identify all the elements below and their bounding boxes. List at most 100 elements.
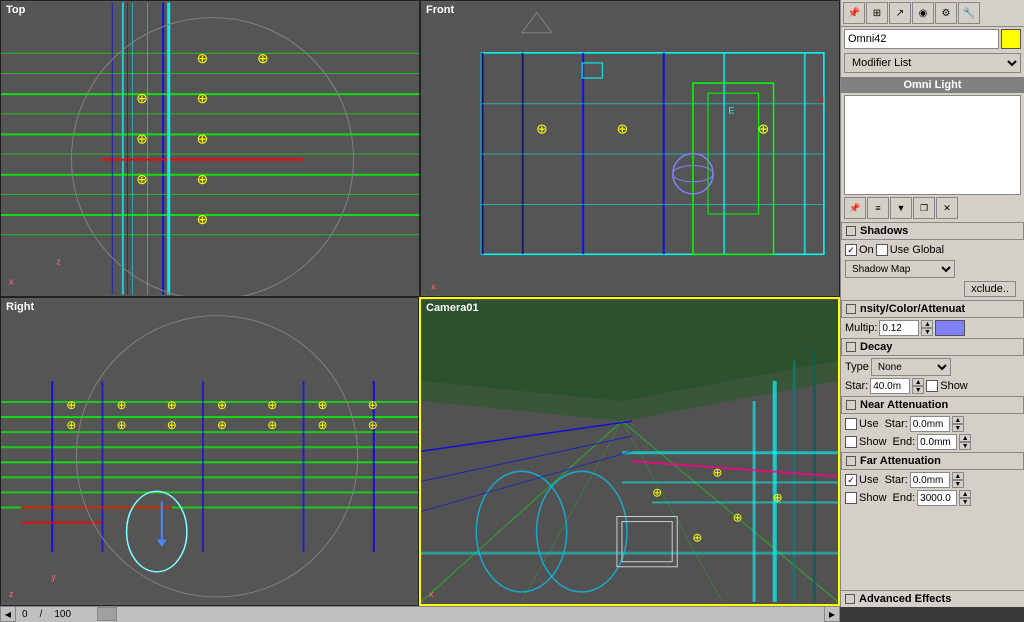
display-icon[interactable]: ◉: [912, 2, 934, 24]
near-end-spinner[interactable]: ▲ ▼: [959, 434, 971, 450]
multip-spinner[interactable]: ▲ ▼: [921, 320, 933, 336]
shadows-section-header[interactable]: Shadows: [841, 222, 1024, 240]
multip-row: Multip: ▲ ▼: [841, 319, 1024, 337]
decay-start-down[interactable]: ▼: [912, 386, 924, 394]
near-end-down[interactable]: ▼: [959, 442, 971, 450]
far-end-spinner[interactable]: ▲ ▼: [959, 490, 971, 506]
scroll-max: 100: [48, 609, 77, 620]
utility-icon[interactable]: ⚙: [935, 2, 957, 24]
svg-text:x: x: [431, 282, 436, 292]
scroll-left-arrow[interactable]: ◀: [0, 606, 16, 622]
scroll-value: 0: [16, 609, 34, 620]
near-use-label: Use: [859, 418, 879, 430]
timeline-scrollbar[interactable]: ◀ 0 / 100 ▶: [0, 606, 840, 622]
far-end-label: End:: [893, 492, 916, 504]
stack-funnel-icon[interactable]: ▼: [890, 197, 912, 219]
xclude-button[interactable]: xclude..: [964, 281, 1016, 297]
viewport-right[interactable]: Right: [0, 297, 419, 605]
far-use-checkbox[interactable]: [845, 474, 857, 486]
decay-start-input[interactable]: [870, 378, 910, 394]
stack-pin-icon[interactable]: 📌: [844, 197, 866, 219]
svg-text:⊕: ⊕: [317, 418, 327, 432]
far-start-up[interactable]: ▲: [952, 472, 964, 480]
modifier-stack[interactable]: [844, 95, 1021, 195]
svg-text:⊕: ⊕: [217, 418, 227, 432]
shadow-map-select[interactable]: Shadow Map: [845, 260, 955, 278]
viewports-area: Top: [0, 0, 840, 607]
far-end-down[interactable]: ▼: [959, 498, 971, 506]
decay-section-header[interactable]: Decay: [841, 338, 1024, 356]
decay-label: Decay: [860, 341, 892, 353]
decay-show-label: Show: [940, 380, 968, 392]
near-start-up[interactable]: ▲: [952, 416, 964, 424]
scroll-track[interactable]: [77, 607, 824, 621]
multip-input[interactable]: [879, 320, 919, 336]
decay-show-checkbox[interactable]: [926, 380, 938, 392]
object-color-swatch[interactable]: [1001, 29, 1021, 49]
svg-text:⊕: ⊕: [652, 486, 662, 500]
svg-text:⊕: ⊕: [136, 131, 148, 147]
hierarchy-icon[interactable]: ⊞: [866, 2, 888, 24]
far-start-spinner[interactable]: ▲ ▼: [952, 472, 964, 488]
multip-up[interactable]: ▲: [921, 320, 933, 328]
svg-text:⊕: ⊕: [197, 90, 209, 106]
viewport-camera[interactable]: Camera01: [419, 297, 840, 605]
xclude-row: xclude..: [841, 279, 1024, 299]
far-atten-header[interactable]: Far Attenuation: [841, 452, 1024, 470]
svg-text:×: ×: [819, 95, 825, 106]
decay-start-spinner[interactable]: ▲ ▼: [912, 378, 924, 394]
stack-delete-icon[interactable]: ✕: [936, 197, 958, 219]
stack-icons-row: 📌 ≡ ▼ ❐ ✕: [841, 195, 1024, 221]
svg-text:⊕: ⊕: [758, 120, 770, 136]
far-end-up[interactable]: ▲: [959, 490, 971, 498]
decay-type-select[interactable]: None: [871, 358, 951, 376]
svg-text:⊕: ⊕: [197, 171, 209, 187]
far-show-checkbox[interactable]: [845, 492, 857, 504]
far-end-input[interactable]: [917, 490, 957, 506]
near-show-checkbox[interactable]: [845, 436, 857, 448]
viewport-top[interactable]: Top: [0, 0, 420, 297]
decay-start-up[interactable]: ▲: [912, 378, 924, 386]
motion-icon[interactable]: ↗: [889, 2, 911, 24]
near-use-checkbox[interactable]: [845, 418, 857, 430]
modifier-list-row: Modifier List: [841, 51, 1024, 75]
advanced-effects-section[interactable]: Advanced Effects: [841, 590, 1024, 607]
viewport-front-label: Front: [426, 4, 454, 16]
shadows-on-checkbox[interactable]: [845, 244, 857, 256]
scroll-thumb[interactable]: [97, 607, 117, 621]
svg-text:⊕: ⊕: [66, 398, 76, 412]
object-name-input[interactable]: [844, 29, 999, 49]
near-atten-header[interactable]: Near Attenuation: [841, 396, 1024, 414]
svg-text:⊕: ⊕: [167, 398, 177, 412]
near-start-spinner[interactable]: ▲ ▼: [952, 416, 964, 432]
stack-copy-icon[interactable]: ❐: [913, 197, 935, 219]
right-panel: 📌 ⊞ ↗ ◉ ⚙ 🔧 Modifier List Omni Light 📌 ≡…: [840, 0, 1024, 607]
scroll-right-arrow[interactable]: ▶: [824, 606, 840, 622]
far-show-row: Show End: ▲ ▼: [841, 489, 1024, 507]
multip-down[interactable]: ▼: [921, 328, 933, 336]
pin-icon[interactable]: 📌: [843, 2, 865, 24]
properties-scroll[interactable]: Shadows On Use Global Shadow Map xclude.…: [841, 221, 1024, 590]
far-start-input[interactable]: [910, 472, 950, 488]
object-name-row: [841, 27, 1024, 51]
viewport-front[interactable]: Front: [420, 0, 840, 297]
multip-label: Multip:: [845, 322, 877, 334]
stack-bar-icon[interactable]: ≡: [867, 197, 889, 219]
viewport-top-label: Top: [6, 4, 25, 16]
viewport-right-label: Right: [6, 301, 34, 313]
panel-toolbar: 📌 ⊞ ↗ ◉ ⚙ 🔧: [841, 0, 1024, 27]
shadows-use-global-checkbox[interactable]: [876, 244, 888, 256]
svg-text:⊕: ⊕: [136, 90, 148, 106]
near-end-input[interactable]: [917, 434, 957, 450]
near-start-down[interactable]: ▼: [952, 424, 964, 432]
near-start-input[interactable]: [910, 416, 950, 432]
far-start-down[interactable]: ▼: [952, 480, 964, 488]
far-show-label: Show: [859, 492, 887, 504]
intensity-color-swatch[interactable]: [935, 320, 965, 336]
near-end-up[interactable]: ▲: [959, 434, 971, 442]
render-icon[interactable]: 🔧: [958, 2, 980, 24]
near-show-label: Show: [859, 436, 887, 448]
intensity-section-header[interactable]: nsity/Color/Attenuat: [841, 300, 1024, 318]
modifier-list-dropdown[interactable]: Modifier List: [844, 53, 1021, 73]
svg-text:x: x: [429, 589, 434, 599]
